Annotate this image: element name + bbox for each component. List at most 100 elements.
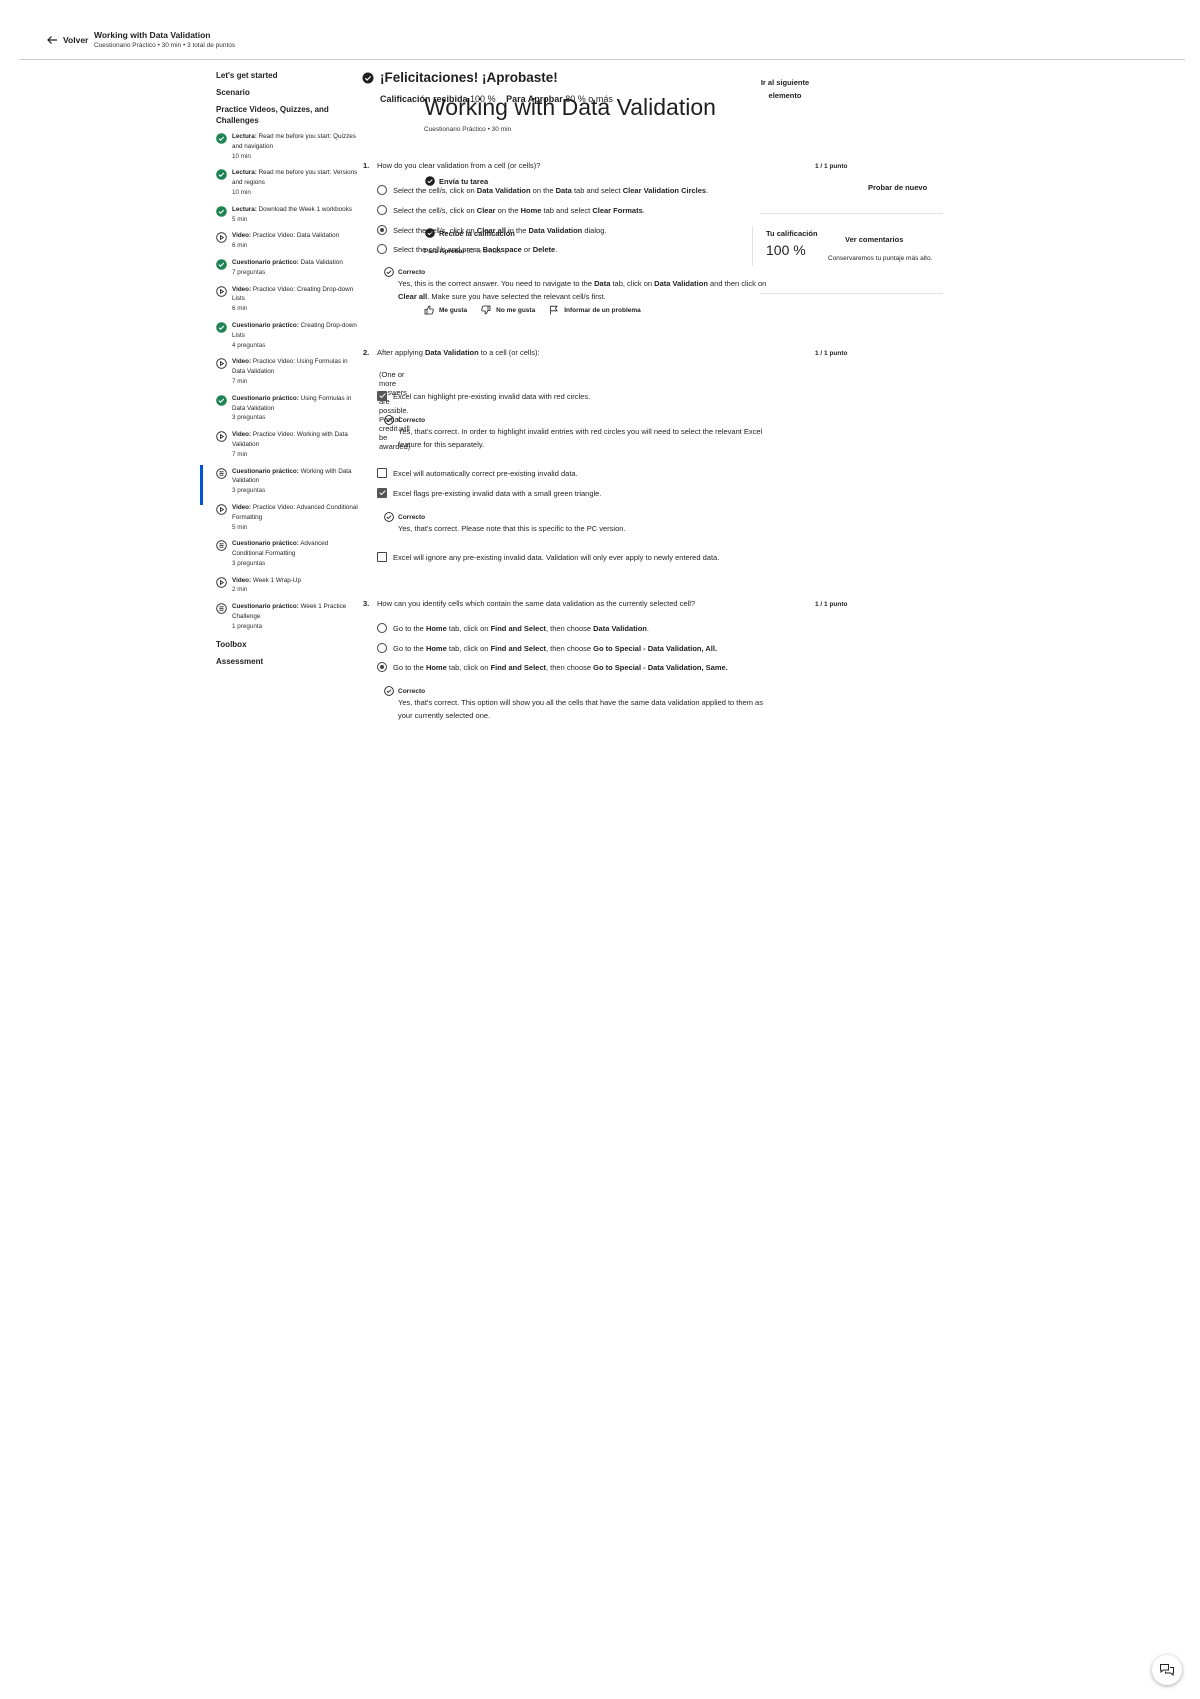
- play-icon: [216, 431, 227, 442]
- sidebar-item-title: Video: Week 1 Wrap-Up: [232, 576, 361, 586]
- sidebar-item[interactable]: Lectura: Read me before you start: Quizz…: [216, 132, 361, 161]
- sidebar-item[interactable]: Video: Week 1 Wrap-Up 2 min: [216, 576, 361, 596]
- sidebar-item-meta: 10 min: [232, 188, 251, 196]
- next-item-label-line1: Ir al siguiente: [760, 78, 810, 87]
- sidebar-item[interactable]: Cuestionario práctico: Advanced Conditio…: [216, 539, 361, 568]
- arrow-left-icon: [47, 36, 57, 44]
- feedback-label: Correcto: [398, 687, 426, 695]
- sidebar-section-practice[interactable]: Practice Videos, Quizzes, and Challenges: [216, 104, 331, 126]
- checkbox-checked[interactable]: [377, 391, 387, 401]
- option-text: Go to the Home tab, click on Find and Se…: [393, 662, 728, 672]
- sidebar-item-type: Video:: [232, 285, 252, 293]
- report-problem-button[interactable]: Informar de un problema: [549, 305, 641, 315]
- sidebar-item-type: Video:: [232, 358, 252, 366]
- feedback-actions: Me gusta No me gusta Informar de un prob…: [424, 305, 641, 315]
- answer-feedback: Correcto Yes, that's correct. In order t…: [384, 415, 778, 451]
- option-text: Go to the Home tab, click on Find and Se…: [393, 643, 718, 653]
- sidebar-item-title: Cuestionario práctico: Week 1 Practice C…: [232, 602, 361, 622]
- sidebar-item-title: Cuestionario práctico: Creating Drop-dow…: [232, 321, 361, 341]
- radio-button[interactable]: [377, 623, 387, 633]
- sidebar-item-meta: 3 preguntas: [232, 559, 266, 567]
- chat-bubbles-icon: [1160, 1664, 1174, 1677]
- header-title: Working with Data Validation: [94, 30, 211, 40]
- answer-option[interactable]: Go to the Home tab, click on Find and Se…: [377, 643, 717, 653]
- dislike-label: No me gusta: [496, 306, 536, 314]
- answer-option[interactable]: Go to the Home tab, click on Find and Se…: [377, 623, 649, 633]
- answer-option[interactable]: Excel will automatically correct pre-exi…: [377, 468, 578, 478]
- checkbox[interactable]: [377, 468, 387, 478]
- retry-button[interactable]: Probar de nuevo: [868, 183, 927, 192]
- play-icon: [216, 576, 227, 588]
- option-text: Excel will ignore any pre-existing inval…: [393, 552, 720, 562]
- radio-button-selected[interactable]: [377, 662, 387, 672]
- sidebar-item-type: Lectura:: [232, 133, 257, 140]
- sidebar-item-meta: 3 preguntas: [232, 414, 266, 422]
- answer-feedback: Correcto Yes, that's correct. Please not…: [384, 512, 768, 535]
- sidebar-item[interactable]: Lectura: Download the Week 1 workbooks 5 …: [216, 205, 361, 225]
- sidebar-item-type: Video:: [232, 576, 252, 584]
- feedback-text: Yes, that's correct. Please note that th…: [398, 524, 626, 533]
- answer-option-selected[interactable]: Go to the Home tab, click on Find and Se…: [377, 662, 728, 672]
- answer-option-checked[interactable]: Excel flags pre-existing invalid data wi…: [377, 488, 601, 498]
- view-feedback-link[interactable]: Ver comentarios: [845, 235, 903, 244]
- completed-check-icon: [216, 394, 227, 406]
- radio-button[interactable]: [377, 643, 387, 653]
- sidebar-item[interactable]: Video: Practice Video: Advanced Conditio…: [216, 503, 361, 532]
- radio-button[interactable]: [377, 185, 387, 195]
- report-label: Informar de un problema: [564, 306, 641, 314]
- radio-button-selected[interactable]: [377, 225, 387, 235]
- question-number: 3.: [363, 599, 370, 608]
- answer-option-checked[interactable]: Excel can highlight pre-existing invalid…: [377, 391, 590, 401]
- chat-button[interactable]: [1152, 1655, 1182, 1685]
- back-button[interactable]: Volver: [46, 34, 88, 46]
- sidebar-item[interactable]: Cuestionario práctico: Working with Data…: [200, 464, 361, 506]
- sidebar-item-meta: 5 min: [232, 523, 248, 531]
- feedback-text: Yes, that's correct. This option will sh…: [398, 698, 763, 720]
- sidebar-item[interactable]: Cuestionario práctico: Data Validation 7 …: [216, 258, 361, 278]
- like-button[interactable]: Me gusta: [424, 305, 467, 315]
- sidebar-item[interactable]: Cuestionario práctico: Using Formulas in…: [216, 394, 361, 423]
- dislike-button[interactable]: No me gusta: [481, 305, 535, 315]
- flag-icon: [550, 305, 558, 315]
- sidebar-item-name: Download the Week 1 workbooks: [258, 205, 352, 213]
- option-text: Select the cell/s, click on Data Validat…: [393, 185, 709, 195]
- sidebar-item[interactable]: Video: Practice Video: Using Formulas in…: [216, 357, 361, 386]
- question-points: 1 / 1 punto: [815, 350, 848, 357]
- sidebar-item-type: Video:: [232, 232, 252, 240]
- sidebar-item[interactable]: Video: Practice Video: Creating Drop-dow…: [216, 285, 361, 314]
- sidebar-item[interactable]: Video: Practice Video: Data Validation 6 …: [216, 231, 361, 251]
- correct-check-icon: [384, 686, 394, 696]
- sidebar-item-title: Lectura: Download the Week 1 workbooks: [232, 205, 361, 215]
- highest-score-note: Conservaremos tu puntaje más alto.: [828, 255, 933, 262]
- feedback-label: Correcto: [398, 416, 426, 424]
- sidebar-item[interactable]: Lectura: Read me before you start: Versi…: [216, 168, 361, 197]
- sidebar-item[interactable]: Cuestionario práctico: Week 1 Practice C…: [216, 602, 361, 631]
- completed-check-icon: [216, 205, 227, 217]
- sidebar-item-meta: 7 min: [232, 450, 248, 458]
- next-item-link[interactable]: Ir al siguiente elemento: [745, 76, 825, 102]
- answer-option[interactable]: Select the cell/s, click on Clear on the…: [377, 205, 645, 215]
- answer-option-selected[interactable]: Select the cell/s, click on Clear all in…: [377, 225, 606, 235]
- divider: [760, 213, 943, 214]
- checkbox-checked[interactable]: [377, 488, 387, 498]
- option-text: Excel flags pre-existing invalid data wi…: [393, 488, 602, 498]
- radio-button[interactable]: [377, 244, 387, 254]
- answer-option[interactable]: Select the cell/s, click on Data Validat…: [377, 185, 708, 195]
- page-subtitle: Cuestionario Práctico • 30 min: [424, 126, 512, 133]
- feedback-text: Yes, that's correct. In order to highlig…: [398, 427, 763, 449]
- quiz-icon: [216, 467, 227, 479]
- radio-button[interactable]: [377, 205, 387, 215]
- sidebar-item[interactable]: Video: Practice Video: Working with Data…: [216, 430, 361, 459]
- option-text: Select the cell/s, click on Clear all in…: [393, 225, 607, 235]
- sidebar-section-lets-get-started[interactable]: Let's get started: [216, 70, 361, 81]
- answer-option[interactable]: Excel will ignore any pre-existing inval…: [377, 552, 719, 562]
- your-grade-value: 100 %: [766, 242, 806, 258]
- completed-check-icon: [216, 259, 227, 270]
- answer-option[interactable]: Select the cell/s and press Backspace or…: [377, 244, 557, 254]
- feedback-text: Yes, this is the correct answer. You nee…: [398, 279, 767, 301]
- checkbox[interactable]: [377, 552, 387, 562]
- sidebar-section-toolbox[interactable]: Toolbox: [216, 639, 361, 650]
- sidebar-section-assessment[interactable]: Assessment: [216, 656, 361, 667]
- sidebar-section-scenario[interactable]: Scenario: [216, 87, 361, 98]
- sidebar-item[interactable]: Cuestionario práctico: Creating Drop-dow…: [216, 321, 361, 350]
